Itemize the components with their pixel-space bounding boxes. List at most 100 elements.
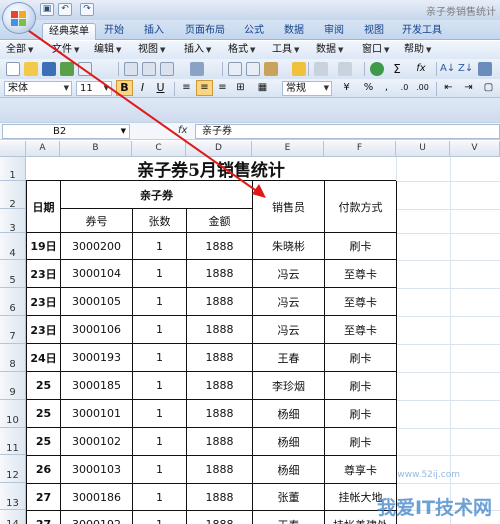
cell-date[interactable]: 26	[27, 456, 61, 484]
cell-amount[interactable]: 1888	[187, 400, 253, 428]
cell-seller[interactable]: 杨细	[253, 400, 325, 428]
tab-view[interactable]: 视图	[358, 23, 390, 40]
header-count[interactable]: 张数	[133, 209, 187, 233]
header-amount[interactable]: 金额	[187, 209, 253, 233]
increase-indent-icon[interactable]: ⇥	[460, 80, 477, 96]
row-header-7[interactable]: 7	[0, 316, 26, 344]
cell-payment[interactable]: 刷卡	[325, 233, 397, 260]
hyperlink-icon[interactable]	[370, 62, 384, 76]
cell-coupon-code[interactable]: 3000105	[61, 288, 133, 316]
cell-count[interactable]: 1	[133, 456, 187, 484]
cell-amount[interactable]: 1888	[187, 344, 253, 372]
cell-seller[interactable]: 冯云	[253, 260, 325, 288]
tab-data[interactable]: 数据	[278, 23, 310, 40]
row-header-1[interactable]: 1	[0, 157, 26, 181]
sheet-title[interactable]: 亲子券5月销售统计	[26, 157, 396, 181]
column-header-a[interactable]: A	[26, 141, 60, 157]
cell-count[interactable]: 1	[133, 316, 187, 344]
header-date[interactable]: 日期	[27, 181, 61, 233]
spelling-icon[interactable]	[160, 62, 174, 76]
cell-coupon-code[interactable]: 3000102	[61, 428, 133, 456]
cell-date[interactable]: 25	[27, 372, 61, 400]
tab-developer[interactable]: 开发工具	[396, 23, 448, 40]
cell-amount[interactable]: 1888	[187, 484, 253, 511]
tab-page-layout[interactable]: 页面布局	[180, 23, 230, 40]
menu-tools[interactable]: 工具 ▼	[272, 43, 299, 57]
cell-count[interactable]: 1	[133, 233, 187, 260]
cell-date[interactable]: 23日	[27, 288, 61, 316]
cell-seller[interactable]: 王春	[253, 511, 325, 524]
menu-edit[interactable]: 编辑 ▼	[94, 43, 121, 57]
italic-button[interactable]: I	[134, 80, 151, 96]
office-button[interactable]	[2, 2, 36, 34]
cell-seller[interactable]: 冯云	[253, 316, 325, 344]
cell-count[interactable]: 1	[133, 400, 187, 428]
cell-amount[interactable]: 1888	[187, 428, 253, 456]
bold-button[interactable]: B	[116, 80, 133, 96]
select-all-corner[interactable]	[0, 141, 26, 157]
font-name-combo[interactable]: 宋体 ▼	[4, 81, 72, 96]
row-header-12[interactable]: 12	[0, 455, 26, 483]
worksheet[interactable]: 亲子券5月销售统计 日期 亲子券 券号 张数 金额 销售员 付款方式 19日 30…	[26, 157, 500, 524]
cut-icon[interactable]	[228, 62, 242, 76]
cell-count[interactable]: 1	[133, 372, 187, 400]
cell-date[interactable]: 27	[27, 484, 61, 511]
save-icon[interactable]: ▣	[40, 3, 54, 16]
increase-decimal-icon[interactable]: .0	[396, 80, 413, 96]
cell-coupon-code[interactable]: 3000104	[61, 260, 133, 288]
cell-date[interactable]: 25	[27, 400, 61, 428]
currency-icon[interactable]: ¥	[338, 80, 355, 96]
comma-style-icon[interactable]: ,	[378, 80, 395, 96]
redo-icon[interactable]	[338, 62, 352, 76]
sort-ascending-icon[interactable]: A↓	[440, 62, 455, 76]
tab-review[interactable]: 审阅	[318, 23, 350, 40]
row-header-3[interactable]: 3	[0, 209, 26, 234]
cell-date[interactable]: 23日	[27, 316, 61, 344]
font-size-combo[interactable]: 11 ▼	[76, 81, 112, 96]
redo-icon[interactable]: ↷	[80, 3, 94, 16]
cell-amount[interactable]: 1888	[187, 260, 253, 288]
row-header-10[interactable]: 10	[0, 400, 26, 428]
cell-seller[interactable]: 张董	[253, 484, 325, 511]
row-header-9[interactable]: 9	[0, 372, 26, 400]
header-coupon-code[interactable]: 券号	[61, 209, 133, 233]
decrease-decimal-icon[interactable]: .00	[414, 80, 431, 96]
copy-icon[interactable]	[246, 62, 260, 76]
cell-amount[interactable]: 1888	[187, 511, 253, 524]
cell-payment[interactable]: 刷卡	[325, 344, 397, 372]
cell-count[interactable]: 1	[133, 484, 187, 511]
header-payment[interactable]: 付款方式	[325, 181, 397, 233]
align-left-icon[interactable]: ≡	[178, 80, 195, 96]
cell-coupon-code[interactable]: 3000200	[61, 233, 133, 260]
row-header-6[interactable]: 6	[0, 288, 26, 316]
open-folder-icon[interactable]	[24, 62, 38, 76]
row-header-13[interactable]: 13	[0, 483, 26, 510]
cell-seller[interactable]: 杨细	[253, 428, 325, 456]
column-header-d[interactable]: D	[186, 141, 252, 157]
undo-icon[interactable]	[314, 62, 328, 76]
insert-function-icon[interactable]: fx	[178, 125, 187, 136]
cell-coupon-code[interactable]: 3000103	[61, 456, 133, 484]
menu-format[interactable]: 格式 ▼	[228, 43, 255, 57]
cell-amount[interactable]: 1888	[187, 288, 253, 316]
wrap-text-icon[interactable]: ▦	[254, 80, 271, 96]
name-box[interactable]: B2 ▼	[2, 124, 130, 139]
cell-amount[interactable]: 1888	[187, 372, 253, 400]
row-header-5[interactable]: 5	[0, 260, 26, 288]
row-header-4[interactable]: 4	[0, 233, 26, 260]
cell-seller[interactable]: 冯云	[253, 288, 325, 316]
menu-insert[interactable]: 插入 ▼	[184, 43, 211, 57]
permission-icon[interactable]	[60, 62, 74, 76]
research-icon[interactable]	[190, 62, 204, 76]
formula-input[interactable]: 亲子券	[195, 124, 500, 139]
borders-icon[interactable]: ▢	[480, 80, 497, 96]
menu-file[interactable]: 文件 ▼	[52, 43, 79, 57]
save-icon[interactable]	[42, 62, 56, 76]
column-header-c[interactable]: C	[132, 141, 186, 157]
cell-payment[interactable]: 刷卡	[325, 428, 397, 456]
header-seller[interactable]: 销售员	[253, 181, 325, 233]
underline-button[interactable]: U	[152, 80, 169, 96]
cell-coupon-code[interactable]: 3000106	[61, 316, 133, 344]
column-header-u[interactable]: U	[396, 141, 450, 157]
tab-classic-menu[interactable]: 经典菜单	[42, 23, 96, 40]
